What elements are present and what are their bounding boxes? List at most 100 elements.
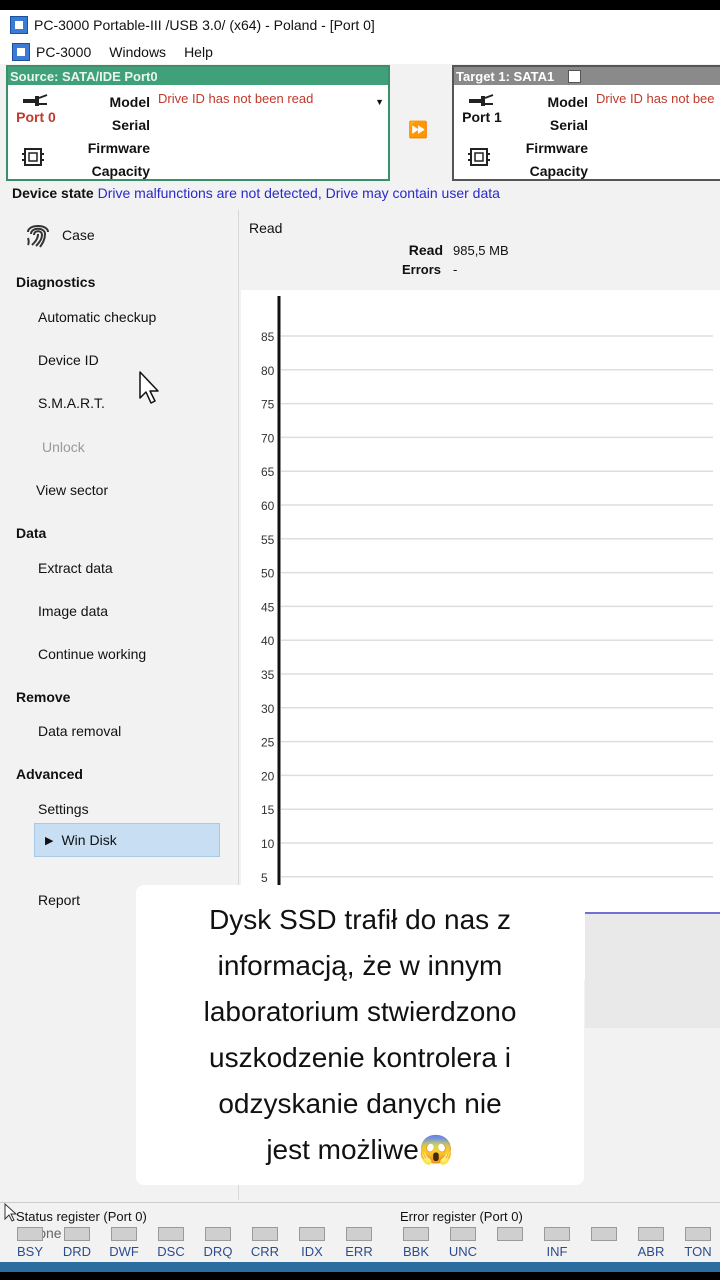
error-led: TON <box>678 1227 718 1261</box>
plug-icon <box>469 94 494 106</box>
video-caption: Dysk SSD trafił do nas z informacją, że … <box>136 885 584 1185</box>
caption-line: odzyskanie danych nie <box>218 1088 502 1119</box>
led-label: TON <box>684 1244 712 1259</box>
caption-line: informacją, że w innym <box>217 950 503 981</box>
led-indicator <box>403 1227 429 1241</box>
source-port-label: Port 0 <box>16 109 56 125</box>
device-state-label: Device state <box>12 185 94 201</box>
led-indicator <box>299 1227 325 1241</box>
source-model-value: Drive ID has not been read <box>158 91 314 106</box>
y-tick-label: 50 <box>261 567 275 581</box>
led-indicator <box>64 1227 90 1241</box>
copy-direction-icon[interactable]: ⏩ <box>408 120 428 140</box>
led-label: CRR <box>250 1244 280 1259</box>
led-label: DRD <box>62 1244 92 1259</box>
led-label: BBK <box>402 1244 429 1259</box>
error-register-title: Error register (Port 0) <box>400 1209 523 1224</box>
error-led: UNC <box>443 1227 483 1261</box>
play-icon: ▶ <box>45 834 54 847</box>
menu-bar: PC-3000 Windows Help <box>0 40 720 64</box>
y-tick-label: 55 <box>261 533 275 547</box>
sidebar-item-extract-data[interactable]: Extract data <box>38 560 113 576</box>
target-header: Target 1: SATA1 <box>454 67 720 85</box>
y-tick-label: 80 <box>261 364 275 378</box>
sidebar-item-case[interactable]: Case <box>24 220 95 250</box>
chip-icon <box>468 148 490 166</box>
caption-line: uszkodzenie kontrolera i <box>209 1042 511 1073</box>
sidebar-item-view-sector[interactable]: View sector <box>36 482 108 498</box>
sidebar-item-unlock[interactable]: Unlock <box>42 439 85 455</box>
section-advanced: Advanced <box>16 766 83 782</box>
y-tick-label: 75 <box>261 398 275 412</box>
taskbar-strip <box>0 1262 720 1272</box>
led-label: IDX <box>301 1244 323 1259</box>
app-icon <box>10 16 28 34</box>
read-value: 985,5 MB <box>453 243 509 258</box>
y-tick-label: 60 <box>261 499 275 513</box>
error-led: BBK <box>396 1227 436 1261</box>
target-checkbox[interactable] <box>568 69 582 83</box>
source-panel: Source: SATA/IDE Port0 Port 0 Model Seri… <box>6 65 390 181</box>
status-led: ERR <box>339 1227 379 1261</box>
led-indicator <box>685 1227 711 1241</box>
menu-help[interactable]: Help <box>184 44 213 60</box>
y-tick-label: 20 <box>261 769 275 783</box>
y-tick-label: 40 <box>261 634 275 648</box>
led-label: ERR <box>345 1244 373 1259</box>
status-led: DSC <box>151 1227 191 1261</box>
target-model-value: Drive ID has not bee <box>596 91 715 106</box>
sidebar-item-data-removal[interactable]: Data removal <box>38 723 121 739</box>
label-serial: Serial <box>111 117 150 133</box>
status-led: DWF <box>104 1227 144 1261</box>
menu-windows[interactable]: Windows <box>109 44 166 60</box>
read-speed-chart: 85 80 75 70 65 60 55 50 45 40 35 30 25 20 15 10 5 <box>241 290 720 980</box>
led-indicator <box>346 1227 372 1241</box>
source-field-labels: Model Serial Firmware Capacity <box>70 91 150 183</box>
sidebar-item-image-data[interactable]: Image data <box>38 603 108 619</box>
chip-icon <box>22 148 44 166</box>
led-indicator <box>252 1227 278 1241</box>
label-serial: Serial <box>549 117 588 133</box>
target-panel: Target 1: SATA1 Port 1 Model Serial Firm… <box>452 65 720 181</box>
case-label: Case <box>62 227 95 243</box>
status-led: CRR <box>245 1227 285 1261</box>
menu-pc3000[interactable]: PC-3000 <box>36 44 91 60</box>
chevron-down-icon[interactable]: ▼ <box>375 97 384 107</box>
led-indicator <box>544 1227 570 1241</box>
y-tick-label: 15 <box>261 803 275 817</box>
device-state-value: Drive malfunctions are not detected, Dri… <box>97 185 500 201</box>
y-tick-label: 70 <box>261 431 275 445</box>
sidebar-item-win-disk[interactable]: ▶ Win Disk <box>34 823 220 857</box>
led-label: DRQ <box>203 1244 233 1259</box>
y-tick-label: 30 <box>261 702 275 716</box>
led-label: DSC <box>157 1244 185 1259</box>
chart-svg: 85 80 75 70 65 60 55 50 45 40 35 30 25 20 15 10 5 <box>261 296 713 890</box>
window-title: PC-3000 Portable-III /USB 3.0/ (x64) - P… <box>34 17 375 33</box>
sidebar-item-report[interactable]: Report <box>38 892 80 908</box>
menu-app-icon[interactable] <box>12 43 30 61</box>
y-tick-label: 5 <box>261 871 268 885</box>
label-capacity: Capacity <box>91 163 150 179</box>
sidebar-item-continue-working[interactable]: Continue working <box>38 646 146 662</box>
device-state: Device state Drive malfunctions are not … <box>12 185 500 201</box>
target-port[interactable]: Port 1 <box>458 93 506 125</box>
led-indicator <box>205 1227 231 1241</box>
label-capacity: Capacity <box>529 163 588 179</box>
error-led: ABR <box>631 1227 671 1261</box>
led-indicator <box>17 1227 43 1241</box>
sidebar-item-device-id[interactable]: Device ID <box>38 352 99 368</box>
target-field-labels: Model Serial Firmware Capacity <box>514 91 588 183</box>
y-tick-label: 10 <box>261 837 275 851</box>
label-firmware: Firmware <box>525 140 588 156</box>
caption-line: jest możliwe😱 <box>266 1134 454 1165</box>
sidebar-item-settings[interactable]: Settings <box>38 801 89 817</box>
read-label: Read <box>408 242 443 258</box>
target-port-label: Port 1 <box>462 109 502 125</box>
y-tick-label: 25 <box>261 736 275 750</box>
source-port[interactable]: Port 0 <box>12 93 60 125</box>
caption-line: Dysk SSD trafił do nas z <box>209 904 511 935</box>
label-model: Model <box>109 94 150 110</box>
sidebar-item-automatic-checkup[interactable]: Automatic checkup <box>38 309 156 325</box>
sidebar-item-smart[interactable]: S.M.A.R.T. <box>38 395 105 411</box>
y-tick-label: 85 <box>261 330 275 344</box>
